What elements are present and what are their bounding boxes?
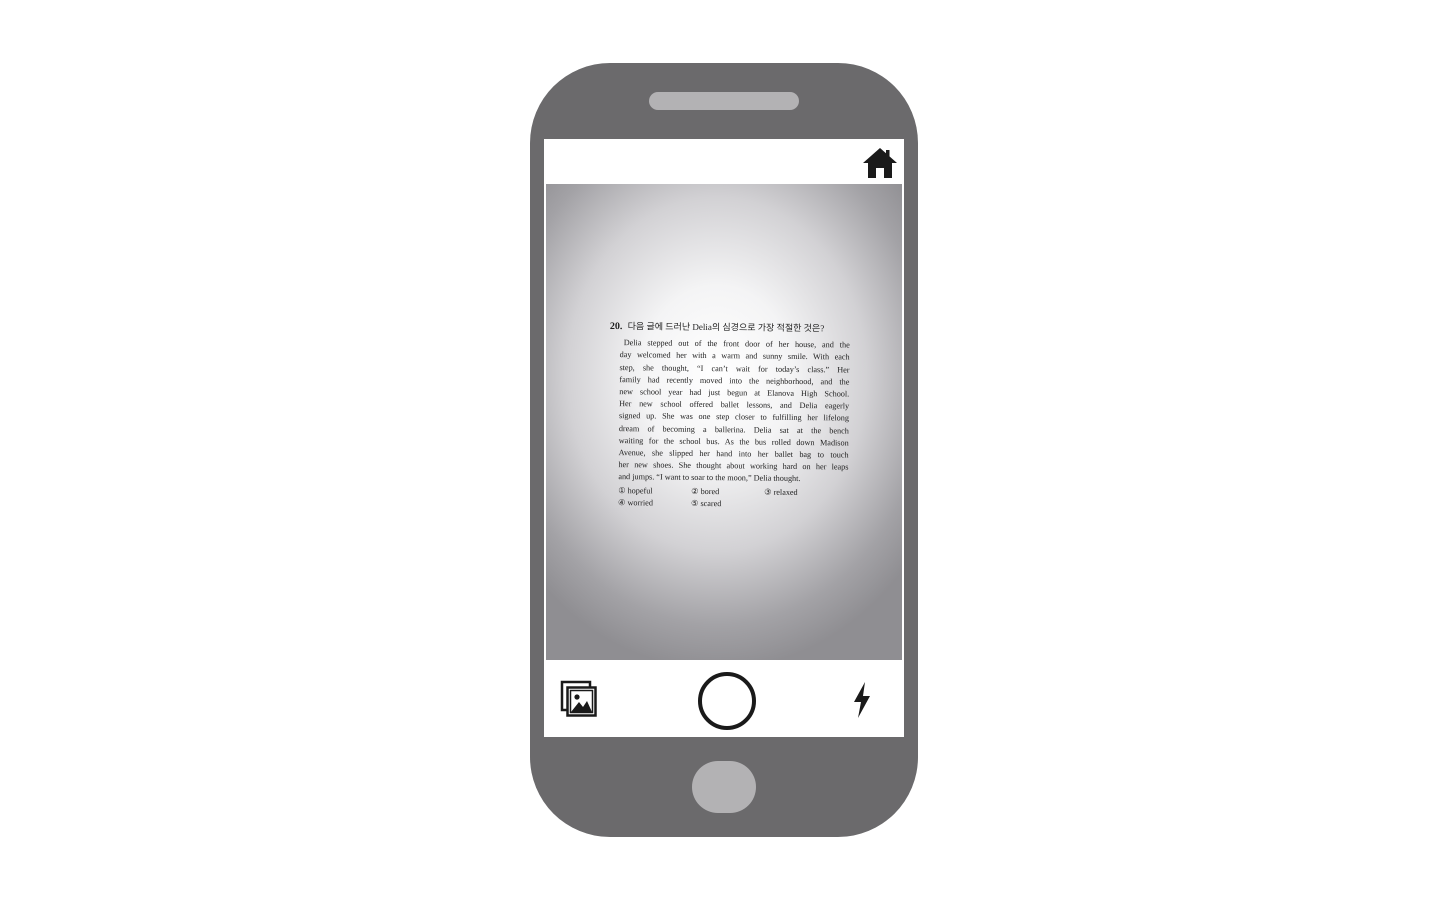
gallery-icon[interactable] bbox=[560, 680, 598, 718]
answer-option: ⑤ scared bbox=[691, 498, 722, 509]
scanned-document: 20. 다음 글에 드러난 Delia의 심경으로 가장 적절한 것은? Del… bbox=[608, 320, 850, 512]
question-prompt: 다음 글에 드러난 Delia의 심경으로 가장 적절한 것은? bbox=[627, 321, 825, 334]
question-heading: 20. 다음 글에 드러난 Delia의 심경으로 가장 적절한 것은? bbox=[610, 320, 850, 336]
flash-icon[interactable] bbox=[850, 682, 874, 718]
answer-option: ④ worried bbox=[618, 497, 653, 508]
answer-options: ① hopeful ② bored ③ relaxed ④ worried ⑤ … bbox=[608, 485, 848, 512]
answer-option: ① hopeful bbox=[618, 485, 653, 496]
camera-controls bbox=[544, 660, 904, 737]
passage: Delia stepped out of the front door of h… bbox=[608, 337, 850, 486]
camera-viewfinder[interactable]: 20. 다음 글에 드러난 Delia의 심경으로 가장 적절한 것은? Del… bbox=[546, 184, 902, 660]
app-screen: 20. 다음 글에 드러난 Delia의 심경으로 가장 적절한 것은? Del… bbox=[544, 139, 904, 737]
answer-option: ② bored bbox=[691, 486, 720, 496]
question-number: 20. bbox=[609, 320, 623, 333]
passage-line: and jumps. “I want to soar to the moon,”… bbox=[618, 472, 801, 484]
answer-option: ③ relaxed bbox=[764, 487, 798, 497]
top-bar bbox=[544, 139, 904, 185]
phone-frame: 20. 다음 글에 드러난 Delia의 심경으로 가장 적절한 것은? Del… bbox=[530, 63, 918, 837]
phone-home-button[interactable] bbox=[692, 761, 756, 813]
phone-speaker bbox=[649, 92, 799, 110]
shutter-button[interactable] bbox=[698, 672, 756, 730]
home-icon[interactable] bbox=[862, 147, 898, 179]
